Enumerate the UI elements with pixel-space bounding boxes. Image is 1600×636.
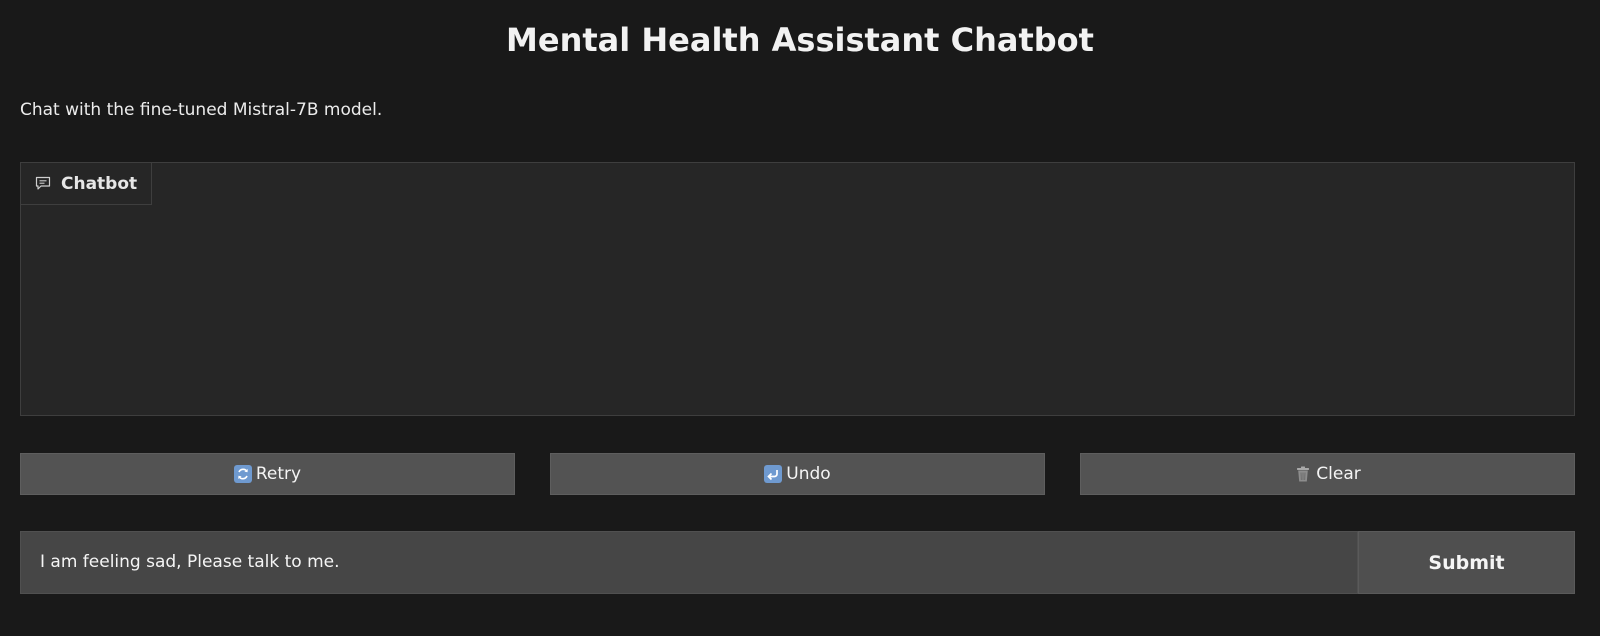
page: Mental Health Assistant Chatbot Chat wit… — [0, 0, 1600, 636]
chat-bubble-icon — [35, 176, 51, 191]
clear-button-label: Clear — [1316, 464, 1361, 484]
message-input[interactable]: I am feeling sad, Please talk to me. — [20, 531, 1358, 594]
undo-icon — [764, 465, 783, 483]
chatbot-label: Chatbot — [21, 163, 153, 205]
action-buttons: Retry Undo Clear — [20, 453, 1575, 495]
undo-button[interactable]: Undo — [550, 453, 1045, 495]
clear-button[interactable]: Clear — [1080, 453, 1575, 495]
chatbot-panel[interactable]: Chatbot — [20, 162, 1575, 416]
retry-icon — [233, 465, 252, 483]
undo-button-label: Undo — [786, 464, 831, 484]
message-input-row: I am feeling sad, Please talk to me. Sub… — [20, 531, 1575, 594]
trash-icon — [1294, 465, 1312, 483]
page-title: Mental Health Assistant Chatbot — [506, 21, 1094, 59]
submit-button[interactable]: Submit — [1358, 531, 1575, 594]
retry-button[interactable]: Retry — [20, 453, 515, 495]
chatbot-label-text: Chatbot — [61, 173, 138, 194]
page-description: Chat with the fine-tuned Mistral-7B mode… — [20, 100, 383, 120]
retry-button-label: Retry — [255, 464, 302, 484]
